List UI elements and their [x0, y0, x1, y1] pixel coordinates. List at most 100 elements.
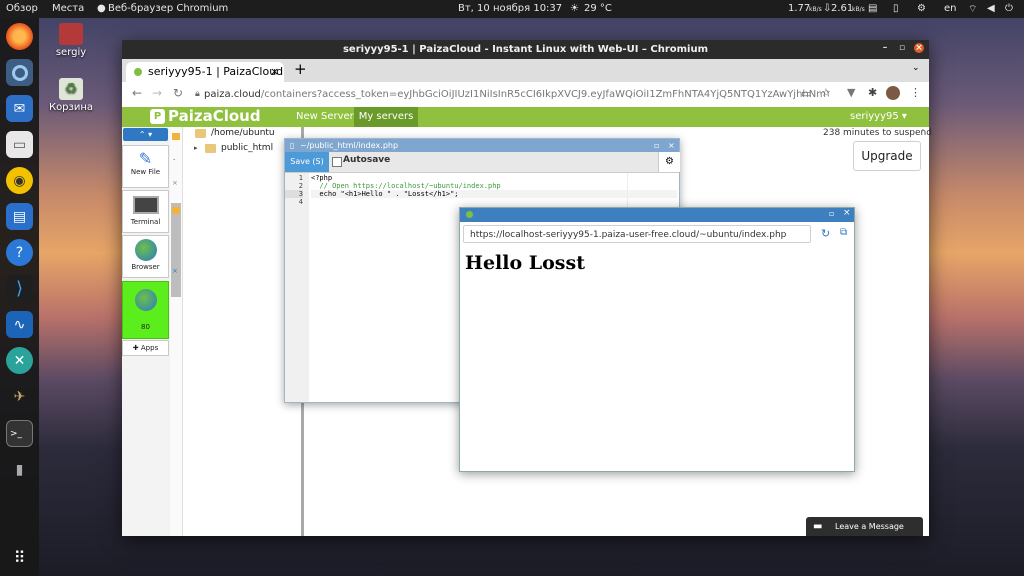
extension-shield-icon[interactable]: ▼ — [847, 86, 855, 99]
usb-icon[interactable]: ▮ — [6, 456, 33, 483]
leave-message-widget[interactable]: ▬ Leave a Message — [806, 517, 923, 536]
phone-icon[interactable]: ▯ — [893, 3, 899, 14]
overview-button[interactable]: Обзор — [6, 3, 38, 14]
vscode-icon[interactable]: ⟩ — [6, 275, 33, 302]
profile-avatar[interactable] — [886, 86, 900, 100]
desktop-trash[interactable]: ♻ Корзина — [41, 78, 101, 113]
toolbar: ← → ↻ 🔒︎ paiza.cloud/containers?access_t… — [122, 82, 929, 108]
cast-icon[interactable]: ▭ — [801, 87, 811, 100]
clock[interactable]: Вт, 10 ноября 10:37 — [458, 3, 562, 14]
nav-my-servers[interactable]: My servers — [354, 107, 418, 127]
system-monitor-icon[interactable]: ∿ — [6, 311, 33, 338]
terminal-tool-icon — [132, 196, 159, 214]
line-number: 3 — [285, 190, 303, 198]
tab-search-icon[interactable]: ⌄ — [912, 63, 920, 73]
files-icon[interactable]: ▭ — [6, 131, 33, 158]
terminal-tool[interactable]: Terminal — [122, 190, 169, 233]
preview-url-field[interactable]: https://localhost-seriyyy95-1.paiza-user… — [463, 225, 811, 243]
preview-titlebar[interactable]: ▫ × — [460, 208, 854, 222]
window-titlebar[interactable]: seriyyy95-1 | PaizaCloud - Instant Linux… — [122, 40, 929, 59]
bookmark-star-icon[interactable]: ☆ — [821, 86, 831, 99]
help-icon[interactable]: ? — [6, 239, 33, 266]
browser-port-tool[interactable]: 80 — [122, 281, 169, 339]
thunderbird-icon[interactable]: ✉ — [6, 95, 33, 122]
network-icon[interactable]: ⌔ — [968, 3, 977, 16]
tree-child[interactable]: public_html — [221, 143, 273, 153]
menu-icon[interactable]: ⋮ — [910, 86, 921, 99]
reload-icon[interactable]: ↻ — [173, 86, 183, 100]
root-folder-icon — [195, 129, 206, 138]
writer-icon[interactable]: ▤ — [6, 203, 33, 230]
close-icon[interactable]: × — [914, 43, 924, 53]
palette-dropdown[interactable]: ⌃ ▾ — [123, 128, 168, 141]
preview-reload-icon[interactable]: ↻ — [821, 227, 830, 240]
terminal-icon[interactable]: >_ — [6, 420, 33, 447]
indicator-icon[interactable]: ▤ — [868, 3, 877, 14]
firefox-icon[interactable] — [6, 23, 33, 50]
tab-strip: seriyyy95-1 | PaizaCloud × + ⌄ — [122, 59, 929, 82]
settings-indicator-icon[interactable]: ⚙ — [917, 3, 926, 14]
volume-icon[interactable]: ◀ — [987, 3, 995, 14]
editor-titlebar[interactable]: ▯ ~/public_html/index.php ▫ × — [285, 139, 679, 152]
upgrade-button[interactable]: Upgrade — [853, 141, 921, 171]
leave-message-label: Leave a Message — [835, 522, 904, 531]
minimize-icon[interactable]: – — [880, 43, 890, 53]
editor-close-icon[interactable]: × — [668, 139, 675, 152]
nav-new-server[interactable]: New Server — [296, 111, 354, 122]
preview-open-external-icon[interactable]: ⧉ — [840, 227, 847, 238]
browser-tool[interactable]: Browser — [122, 235, 169, 278]
weather-text[interactable]: 29 °C — [584, 3, 612, 14]
language-indicator[interactable]: en — [944, 3, 957, 14]
maximize-icon[interactable]: ▫ — [897, 43, 907, 53]
paiza-logo[interactable]: PaizaCloud — [168, 107, 261, 125]
user-menu[interactable]: seriyyy95 ▾ — [850, 111, 907, 122]
chat-bubble-icon: ▬ — [813, 521, 823, 532]
browser-window: seriyyy95-1 | PaizaCloud - Instant Linux… — [122, 40, 932, 536]
paiza-logo-icon: P — [150, 109, 165, 124]
port-label: 80 — [141, 323, 150, 331]
suspend-status: 238 minutes to suspend — [823, 128, 932, 138]
screenshot-icon[interactable]: ✈ — [6, 383, 33, 410]
forward-icon[interactable]: → — [152, 86, 162, 100]
rhythmbox-icon[interactable]: ◉ — [6, 167, 33, 194]
desktop-home-folder[interactable]: sergiy — [41, 23, 101, 58]
code-line: echo "<h1>Hello " . "Losst</h1>"; — [311, 190, 677, 198]
browser-tab[interactable]: seriyyy95-1 | PaizaCloud × — [126, 62, 284, 82]
strip-scroll[interactable] — [171, 203, 181, 297]
line-number: 2 — [298, 182, 303, 190]
editor-settings-icon[interactable]: ⚙ — [658, 152, 680, 172]
editor-maximize-icon[interactable]: ▫ — [654, 139, 659, 152]
extensions-icon[interactable]: ✱ — [868, 86, 877, 99]
editor-toolbar: Save (S) Autosave ⚙ — [285, 152, 680, 173]
lock-icon[interactable]: 🔒︎ — [195, 89, 200, 99]
preview-maximize-icon[interactable]: ▫ — [829, 209, 834, 218]
power-icon[interactable]: ⏻ — [1005, 3, 1013, 14]
net-down-value: 2.61 — [831, 3, 854, 14]
autosave-checkbox[interactable] — [332, 157, 342, 167]
xampp-icon[interactable]: ✕ — [6, 347, 33, 374]
active-app-name[interactable]: Веб-браузер Chromium — [108, 3, 228, 14]
tree-root[interactable]: /home/ubuntu — [211, 128, 275, 138]
tree-expand-icon[interactable]: ▸ — [194, 144, 198, 152]
home-folder-label: sergiy — [55, 47, 87, 58]
url-host: paiza.cloud — [204, 89, 261, 100]
tab-close-icon[interactable]: × — [270, 62, 279, 82]
new-file-tool[interactable]: ✎ New File — [122, 145, 169, 188]
new-tab-button[interactable]: + — [294, 60, 307, 78]
chromium-icon[interactable] — [6, 59, 33, 86]
browser-app-icon: ● — [97, 3, 106, 14]
apps-button[interactable]: ✚ Apps — [122, 340, 169, 356]
paiza-navbar: P PaizaCloud New Server My servers seriy… — [122, 107, 929, 127]
back-icon[interactable]: ← — [132, 86, 142, 100]
scroll-up-icon[interactable]: ⌃ — [920, 128, 926, 136]
preview-close-icon[interactable]: × — [843, 208, 851, 218]
places-menu[interactable]: Места — [52, 3, 84, 14]
address-bar[interactable]: paiza.cloud/containers?access_token=eyJh… — [204, 85, 829, 104]
child-folder-icon — [205, 144, 216, 153]
strip-close2-icon[interactable]: × — [172, 267, 178, 275]
save-button[interactable]: Save (S) — [285, 152, 329, 172]
strip-close-icon[interactable]: × — [172, 179, 178, 187]
show-apps-icon[interactable]: ⠿ — [6, 544, 33, 571]
trash-icon: ♻ — [59, 78, 83, 100]
folder-tab-icon[interactable] — [172, 133, 180, 140]
